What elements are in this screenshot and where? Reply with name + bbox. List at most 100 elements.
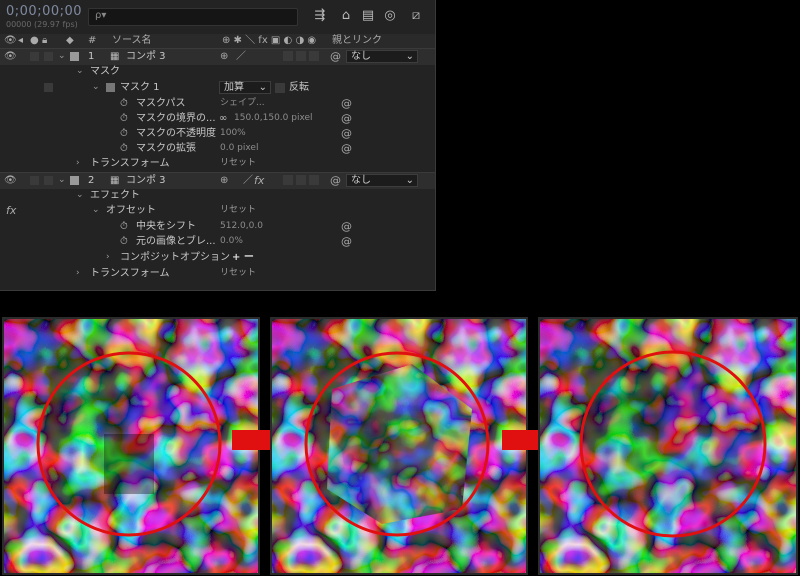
chevron-down-icon[interactable]: ⌄ — [92, 203, 100, 218]
quality-switch-icon[interactable]: ／ — [236, 49, 246, 64]
switch-box[interactable] — [309, 175, 319, 185]
transform-row[interactable]: › トランスフォーム リセット — [0, 266, 435, 282]
layer-name[interactable]: コンポ 3 — [126, 49, 166, 64]
composite-options-row[interactable]: › コンポジットオプション + ー — [0, 250, 435, 266]
fx-switch-icon[interactable]: fx — [254, 173, 264, 188]
shy-icon[interactable]: ⌂ — [338, 8, 354, 24]
lock-column-icon[interactable]: 🔒︎ — [42, 34, 47, 48]
stopwatch-icon[interactable]: ⏱︎ — [120, 111, 128, 126]
property-row[interactable]: ⏱︎ マスクパス シェイプ... @ — [0, 96, 435, 112]
pickwhip-icon[interactable]: @ — [341, 126, 352, 141]
fps-label: 00000 (29.97 fps) — [6, 20, 78, 29]
stopwatch-icon[interactable]: ⏱︎ — [120, 234, 128, 249]
fx-icon[interactable]: fx — [6, 203, 16, 218]
pickwhip-icon[interactable]: @ — [341, 96, 352, 111]
property-row[interactable]: ⏱︎ マスクの拡張 0.0 pixel @ — [0, 141, 435, 157]
property-value[interactable]: 512.0,0.0 — [220, 219, 263, 234]
property-value[interactable]: 100% — [220, 126, 246, 141]
parent-select[interactable]: なし ⌄ — [346, 50, 418, 63]
stopwatch-icon[interactable]: ⏱︎ — [120, 219, 128, 234]
property-value[interactable]: 0.0% — [220, 234, 243, 249]
effect-name[interactable]: オフセット — [106, 203, 156, 218]
lock-toggle[interactable] — [44, 176, 53, 185]
property-row[interactable]: ⏱︎ マスクの境界の... ∞ 150.0,150.0 pixel @ — [0, 111, 435, 127]
eye-icon[interactable]: 👁︎ — [4, 49, 17, 64]
effect-row[interactable]: fx ⌄ オフセット リセット — [0, 203, 435, 219]
reset-link[interactable]: リセット — [220, 203, 256, 218]
chevron-down-icon[interactable]: ⌄ — [76, 64, 84, 79]
composite-add-remove[interactable]: + ー — [232, 250, 254, 265]
switch-box[interactable] — [296, 175, 306, 185]
mask-name[interactable]: マスク 1 — [120, 80, 160, 95]
motion-blur-icon[interactable]: ◎ — [382, 8, 398, 24]
switch-box[interactable] — [283, 51, 293, 61]
invert-checkbox[interactable] — [275, 83, 285, 93]
property-value[interactable]: 150.0,150.0 pixel — [234, 111, 313, 126]
stopwatch-icon[interactable]: ⏱︎ — [120, 141, 128, 156]
pickwhip-icon[interactable]: @ — [330, 173, 341, 188]
timecode[interactable]: 0;00;00;00 — [6, 4, 82, 19]
layer-name[interactable]: コンポ 3 — [126, 173, 166, 188]
property-name: マスクパス — [136, 98, 186, 109]
parent-select[interactable]: なし ⌄ — [346, 174, 418, 187]
mask-group-row[interactable]: ⌄ マスク — [0, 64, 435, 80]
audio-column-icon[interactable]: ◂ — [18, 34, 23, 48]
property-value[interactable]: 0.0 pixel — [220, 141, 258, 156]
chevron-down-icon: ⌄ — [405, 51, 414, 62]
transform-row[interactable]: › トランスフォーム リセット — [0, 156, 435, 172]
layer-number: 1 — [88, 51, 95, 62]
switch-box[interactable] — [296, 51, 306, 61]
solo-toggle[interactable] — [30, 52, 39, 61]
chevron-right-icon[interactable]: › — [76, 266, 80, 281]
pickwhip-icon[interactable]: @ — [330, 49, 341, 64]
solo-column-icon[interactable]: ● — [30, 34, 39, 48]
chevron-down-icon[interactable]: ⌄ — [92, 80, 100, 95]
eye-icon[interactable]: 👁︎ — [4, 173, 17, 188]
quality-switch-icon[interactable]: ／ — [243, 173, 253, 188]
chevron-down-icon[interactable]: ⌄ — [58, 173, 66, 188]
mask-color[interactable] — [106, 83, 115, 92]
chevron-down-icon[interactable]: ⌄ — [58, 49, 66, 64]
shy-switch-icon[interactable]: ⊕ — [220, 49, 228, 64]
mask-lock-toggle[interactable] — [44, 83, 53, 92]
effects-group-row[interactable]: ⌄ エフェクト — [0, 188, 435, 204]
lock-toggle[interactable] — [44, 52, 53, 61]
reset-link[interactable]: リセット — [220, 266, 256, 281]
chevron-right-icon[interactable]: › — [76, 156, 80, 171]
switch-box[interactable] — [309, 51, 319, 61]
mask-row[interactable]: ⌄ マスク 1 加算 ⌄ 反転 — [0, 80, 435, 96]
switch-box[interactable] — [283, 175, 293, 185]
frame-blend-icon[interactable]: ▤ — [360, 8, 376, 24]
parent-link-column[interactable]: 親とリンク — [332, 34, 382, 48]
shy-switch-icon[interactable]: ⊕ — [220, 173, 228, 188]
number-column[interactable]: # — [88, 34, 96, 48]
chevron-down-icon[interactable]: ⌄ — [76, 188, 84, 203]
property-row[interactable]: ⏱︎ マスクの不透明度 100% @ — [0, 126, 435, 142]
search-input[interactable]: ρ▾ — [88, 8, 298, 26]
stopwatch-icon[interactable]: ⏱︎ — [120, 126, 128, 141]
source-name-column[interactable]: ソース名 — [112, 34, 152, 48]
comp-flow-icon[interactable]: ⇶ — [312, 8, 328, 24]
solo-toggle[interactable] — [30, 176, 39, 185]
constrain-link-icon[interactable]: ∞ — [219, 111, 227, 126]
chevron-right-icon[interactable]: › — [106, 250, 110, 265]
layer-row-1[interactable]: 👁︎ ⌄ 1 ▦ コンポ 3 ⊕ ／ @ なし ⌄ — [0, 48, 435, 65]
mask-mode-value: 加算 — [224, 82, 244, 93]
graph-editor-icon[interactable]: ⧄ — [408, 8, 424, 24]
label-column-icon[interactable]: ◆ — [66, 34, 74, 48]
label-color[interactable] — [70, 176, 79, 185]
pickwhip-icon[interactable]: @ — [341, 219, 352, 234]
stopwatch-icon[interactable]: ⏱︎ — [120, 96, 128, 111]
mask-mode-select[interactable]: 加算 ⌄ — [219, 81, 271, 94]
property-row[interactable]: ⏱︎ 中央をシフト 512.0,0.0 @ — [0, 219, 435, 235]
pickwhip-icon[interactable]: @ — [341, 111, 352, 126]
layer-row-2[interactable]: 👁︎ ⌄ 2 ▦ コンポ 3 ⊕ ／ fx @ なし ⌄ — [0, 172, 435, 189]
property-value[interactable]: シェイプ... — [220, 96, 265, 111]
eye-column-icon[interactable]: 👁︎ — [4, 34, 17, 48]
pickwhip-icon[interactable]: @ — [341, 141, 352, 156]
label-color[interactable] — [70, 52, 79, 61]
reset-link[interactable]: リセット — [220, 156, 256, 171]
property-name: 中央をシフト — [136, 221, 196, 232]
pickwhip-icon[interactable]: @ — [341, 234, 352, 249]
property-row[interactable]: ⏱︎ 元の画像とブレ... 0.0% @ — [0, 234, 435, 250]
